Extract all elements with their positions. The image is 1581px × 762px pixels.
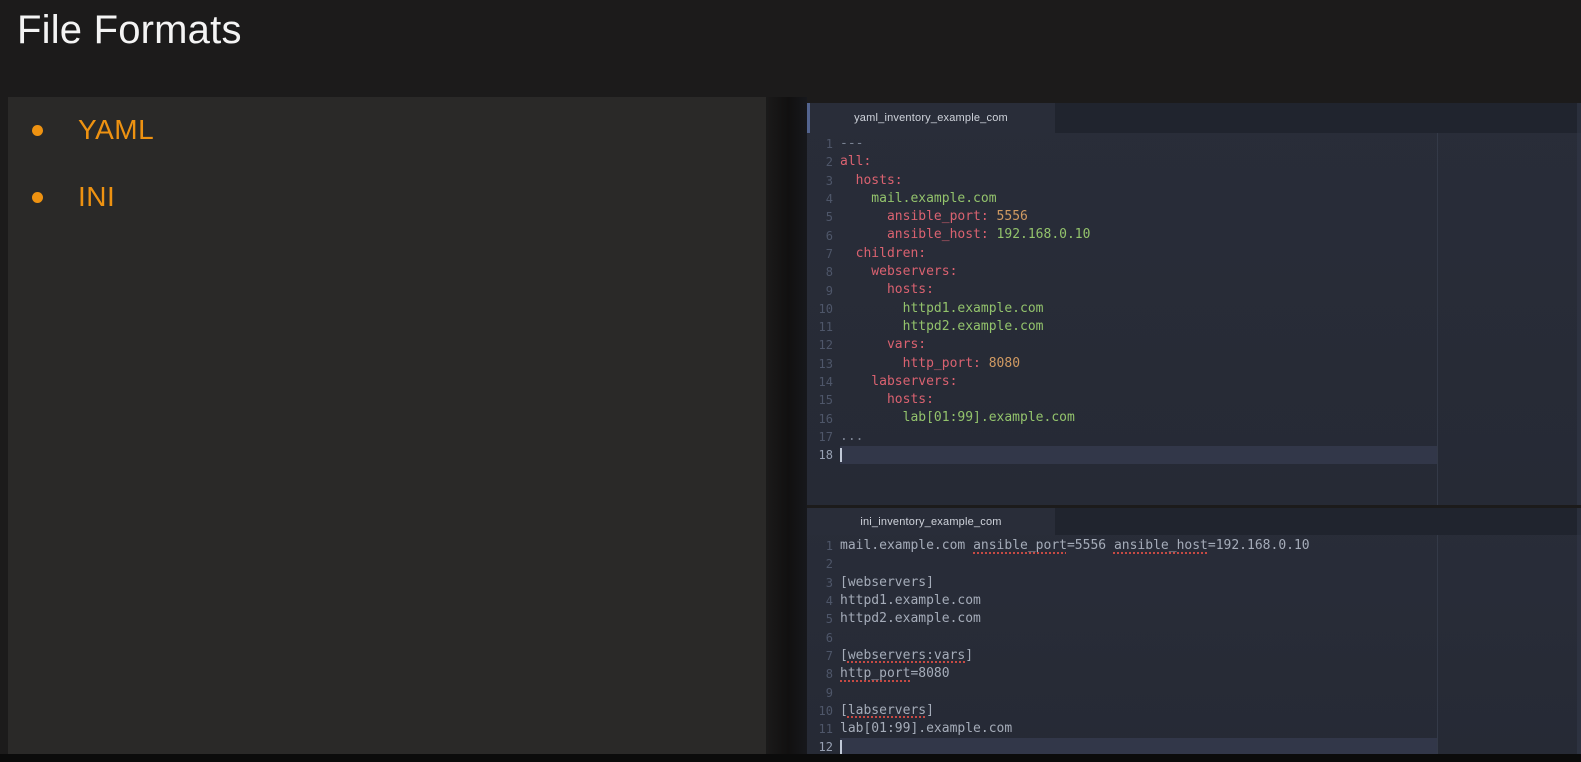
ini-code[interactable]: 1mail.example.com ansible_port=5556 ansi… (807, 535, 1581, 755)
line-number: 17 (807, 430, 833, 444)
tab-label: ini_inventory_example_com (860, 516, 1001, 528)
code-line[interactable]: 11 httpd2.example.com (807, 318, 1581, 336)
scrollbar[interactable] (1577, 103, 1581, 505)
line-number: 6 (807, 631, 833, 645)
active-tab-indicator (807, 103, 810, 133)
bullet-icon (32, 125, 43, 136)
code-line[interactable]: 3[webservers] (807, 574, 1581, 592)
line-number: 18 (807, 448, 833, 462)
line-number: 2 (807, 557, 833, 571)
code-line[interactable]: 2all: (807, 153, 1581, 171)
code-line[interactable]: 2 (807, 555, 1581, 573)
panel-gap (766, 97, 807, 755)
tab-label: yaml_inventory_example_com (854, 112, 1008, 124)
code-line[interactable]: 6 ansible_host: 192.168.0.10 (807, 226, 1581, 244)
line-number: 1 (807, 137, 833, 151)
line-number: 8 (807, 667, 833, 681)
line-number: 11 (807, 722, 833, 736)
line-number: 8 (807, 265, 833, 279)
code-line[interactable]: 6 (807, 628, 1581, 646)
code-line[interactable]: 8 webservers: (807, 263, 1581, 281)
line-number: 10 (807, 704, 833, 718)
code-line[interactable]: 4 mail.example.com (807, 190, 1581, 208)
code-line[interactable]: 14 labservers: (807, 373, 1581, 391)
line-number: 11 (807, 320, 833, 334)
bottom-edge (0, 754, 1581, 762)
line-number: 16 (807, 412, 833, 426)
ini-tab-bar: ini_inventory_example_com (807, 508, 1581, 535)
page-title: File Formats (17, 8, 242, 53)
code-line[interactable]: 15 hosts: (807, 391, 1581, 409)
line-number: 15 (807, 393, 833, 407)
code-line[interactable]: 5 ansible_port: 5556 (807, 208, 1581, 226)
code-line[interactable]: 9 (807, 683, 1581, 701)
line-number: 2 (807, 155, 833, 169)
line-number: 13 (807, 357, 833, 371)
line-number: 5 (807, 612, 833, 626)
ini-editor-panel: ini_inventory_example_com 1mail.example.… (807, 508, 1581, 755)
bullet-label: INI (78, 181, 115, 213)
yaml-tab-bar: yaml_inventory_example_com (807, 103, 1581, 133)
code-line[interactable]: 18 (807, 446, 1581, 464)
code-line[interactable]: 10[labservers] (807, 702, 1581, 720)
code-line[interactable]: 17... (807, 428, 1581, 446)
code-line[interactable]: 11lab[01:99].example.com (807, 720, 1581, 738)
bullet-item-yaml: YAML (8, 113, 154, 147)
line-number: 7 (807, 247, 833, 261)
text-cursor (840, 448, 842, 462)
code-line[interactable]: 7[webservers:vars] (807, 647, 1581, 665)
code-line[interactable]: 16 lab[01:99].example.com (807, 409, 1581, 427)
code-line[interactable]: 13 http_port: 8080 (807, 355, 1581, 373)
line-number: 9 (807, 686, 833, 700)
line-number: 12 (807, 338, 833, 352)
bullet-label: YAML (78, 114, 154, 146)
line-number: 14 (807, 375, 833, 389)
line-number: 5 (807, 210, 833, 224)
code-line[interactable]: 1--- (807, 135, 1581, 153)
column-ruler (1437, 133, 1438, 505)
line-number: 4 (807, 594, 833, 608)
line-number: 7 (807, 649, 833, 663)
column-ruler (1437, 535, 1438, 755)
bullet-icon (32, 192, 43, 203)
line-number: 4 (807, 192, 833, 206)
line-number: 9 (807, 284, 833, 298)
code-line[interactable]: 12 vars: (807, 336, 1581, 354)
tab-yaml-inventory[interactable]: yaml_inventory_example_com (807, 103, 1055, 133)
text-cursor (840, 740, 842, 754)
code-line[interactable]: 10 httpd1.example.com (807, 300, 1581, 318)
line-number: 3 (807, 174, 833, 188)
code-line[interactable]: 3 hosts: (807, 172, 1581, 190)
content-panel: YAML INI (8, 97, 766, 755)
code-line[interactable]: 9 hosts: (807, 281, 1581, 299)
yaml-editor-panel: yaml_inventory_example_com 1---2all:3 ho… (807, 103, 1581, 505)
code-line[interactable]: 5httpd2.example.com (807, 610, 1581, 628)
bullet-item-ini: INI (8, 180, 115, 214)
line-number: 12 (807, 740, 833, 754)
code-line[interactable]: 1mail.example.com ansible_port=5556 ansi… (807, 537, 1581, 555)
line-number: 6 (807, 229, 833, 243)
code-line[interactable]: 4httpd1.example.com (807, 592, 1581, 610)
scrollbar[interactable] (1577, 508, 1581, 755)
yaml-code[interactable]: 1---2all:3 hosts:4 mail.example.com5 ans… (807, 133, 1581, 505)
code-line[interactable]: 8http_port=8080 (807, 665, 1581, 683)
line-number: 3 (807, 576, 833, 590)
code-line[interactable]: 7 children: (807, 245, 1581, 263)
slide: File Formats YAML INI yaml_inventory_exa… (0, 0, 1581, 762)
tab-ini-inventory[interactable]: ini_inventory_example_com (807, 508, 1055, 535)
line-number: 1 (807, 539, 833, 553)
line-number: 10 (807, 302, 833, 316)
